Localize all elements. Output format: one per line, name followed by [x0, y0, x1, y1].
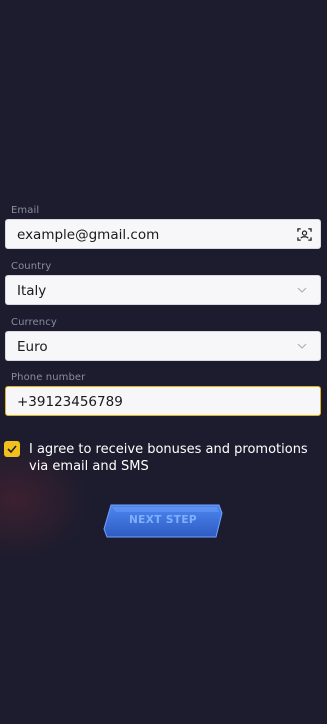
next-step-label: NEXT STEP — [128, 514, 198, 526]
email-label: Email — [11, 205, 40, 216]
country-label: Country — [11, 261, 52, 272]
agree-label[interactable]: I agree to receive bonuses and promotion… — [29, 441, 321, 475]
currency-select[interactable]: Euro — [5, 331, 321, 361]
email-field[interactable]: example@gmail.com — [5, 219, 321, 249]
next-step-button[interactable]: NEXT STEP — [103, 504, 223, 538]
registration-screen: Email example@gmail.com Country Italy Cu… — [0, 0, 327, 724]
checkmark-icon — [7, 445, 17, 453]
country-select[interactable]: Italy — [5, 275, 321, 305]
country-value: Italy — [17, 283, 47, 299]
chevron-down-icon — [297, 343, 307, 349]
currency-value: Euro — [17, 339, 48, 355]
phone-input[interactable]: +39123456789 — [5, 386, 321, 416]
currency-label: Currency — [11, 317, 57, 328]
phone-value: +39123456789 — [17, 393, 123, 410]
agree-checkbox[interactable] — [4, 441, 20, 457]
contact-card-icon[interactable] — [297, 227, 312, 242]
email-value: example@gmail.com — [17, 227, 160, 243]
phone-label: Phone number — [11, 372, 86, 383]
chevron-down-icon — [297, 287, 307, 293]
